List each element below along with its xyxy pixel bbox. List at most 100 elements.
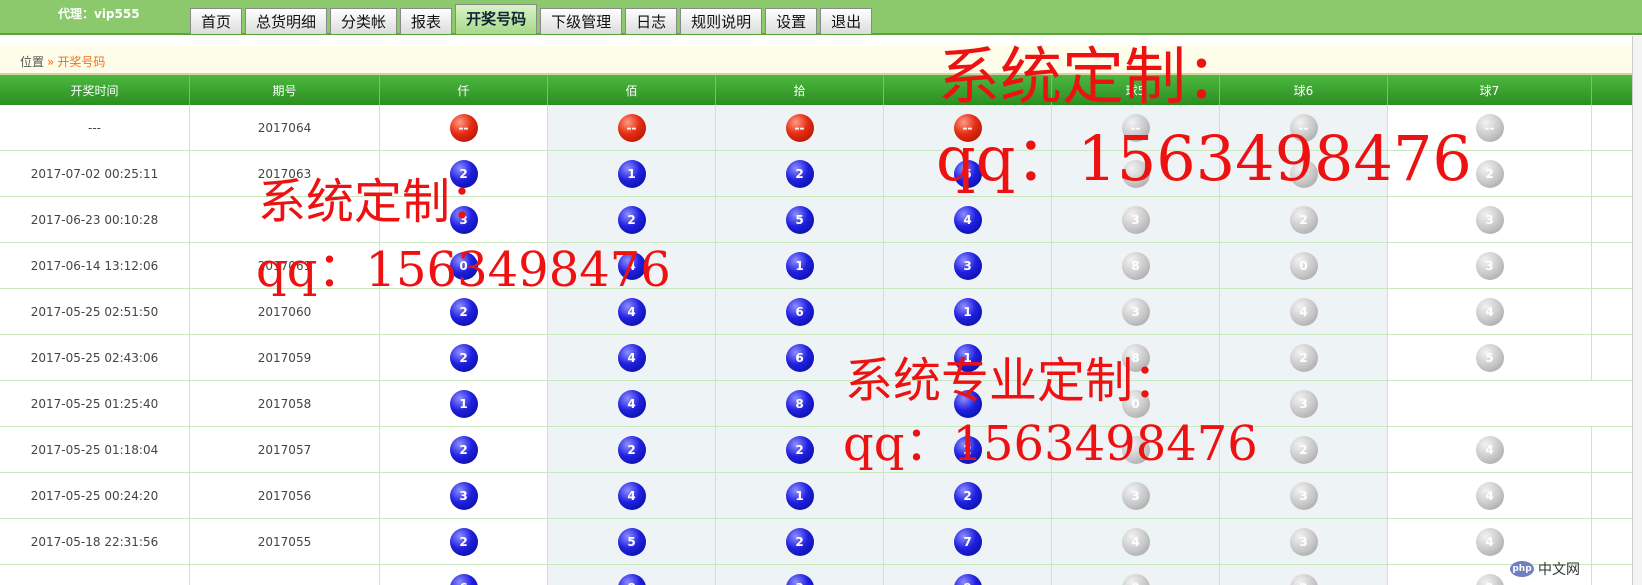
ball-cell: 3: [1388, 243, 1592, 288]
lottery-ball: 2: [1289, 435, 1318, 464]
lottery-ball: 3: [1475, 251, 1504, 280]
ball-cell: 5: [1388, 335, 1592, 380]
ball-cell: [1052, 427, 1220, 472]
lottery-ball: 4: [953, 205, 982, 234]
results-table: 开奖时间 期号仟佰拾球5 球6 球7 --- 2017064 -- -- -- -- -- -- --…: [0, 75, 1632, 585]
lottery-ball: 1: [449, 389, 478, 418]
lottery-ball: --: [617, 113, 646, 142]
lottery-ball: 2: [449, 527, 478, 556]
ball-cell: 5: [548, 519, 716, 564]
lottery-ball: 7: [953, 527, 982, 556]
ball-cell: 5: [716, 197, 884, 242]
lottery-ball: [953, 389, 982, 418]
draw-time: 2017-05-25 00:24:20: [0, 473, 190, 518]
tab-total-details[interactable]: 总货明细: [245, 8, 328, 34]
tab-settings[interactable]: 设置: [765, 8, 818, 34]
lottery-ball: 2: [617, 205, 646, 234]
lottery-ball: 2: [953, 435, 982, 464]
lottery-ball: 1: [617, 159, 646, 188]
tab-home[interactable]: 首页: [190, 8, 243, 34]
tab-rules[interactable]: 规则说明: [680, 8, 763, 34]
ball-cell: 4: [548, 473, 716, 518]
lottery-ball: 2: [449, 343, 478, 372]
table-row: 2017-05-25 01:25:40 2017058 1 4 8 0 3: [0, 381, 1632, 427]
ball-cell: 4: [1052, 519, 1220, 564]
ball-cell: 2: [884, 473, 1052, 518]
issue-number: 2017063: [190, 151, 380, 196]
lottery-ball: 1: [785, 251, 814, 280]
breadcrumb-current[interactable]: 开奖号码: [57, 55, 105, 69]
lottery-ball: 2: [1475, 573, 1504, 585]
draw-time: 2017-05-18 22:31:56: [0, 519, 190, 564]
lottery-ball: 3: [1289, 527, 1318, 556]
ball-cell: 2: [380, 335, 548, 380]
ball-cell: --: [548, 105, 716, 150]
tab-draw-results[interactable]: 开奖号码: [455, 4, 538, 34]
php-logo-icon: php: [1510, 560, 1534, 577]
ball-cell: 3: [1052, 289, 1220, 334]
lottery-ball: 1: [953, 343, 982, 372]
draw-time: [0, 565, 190, 585]
lottery-ball: [1289, 159, 1318, 188]
tab-log[interactable]: 日志: [625, 8, 678, 34]
lottery-ball: 2: [617, 435, 646, 464]
draw-time: 2017-05-25 01:25:40: [0, 381, 190, 426]
tab-logout[interactable]: 退出: [820, 8, 873, 34]
issue-number: 2017060: [190, 289, 380, 334]
vertical-scrollbar[interactable]: [1632, 36, 1642, 585]
ball-cell: 2: [548, 427, 716, 472]
table-body: --- 2017064 -- -- -- -- -- -- -- 2017-07-02 00:25…: [0, 105, 1632, 585]
ball-cell: 0: [380, 243, 548, 288]
ball-cell: --: [1388, 105, 1592, 150]
ball-cell: --: [1220, 105, 1388, 150]
lottery-ball: [1121, 435, 1150, 464]
column-header: 球7: [1388, 75, 1592, 105]
lottery-ball: 2: [785, 527, 814, 556]
column-header: 球5: [1052, 75, 1220, 105]
lottery-ball: 4: [1475, 527, 1504, 556]
ball-cell: 0: [1220, 243, 1388, 288]
tab-subordinates[interactable]: 下级管理: [540, 8, 623, 34]
column-header: [884, 75, 1052, 105]
draw-time: 2017-07-02 00:25:11: [0, 151, 190, 196]
ball-cell: 4: [1220, 289, 1388, 334]
issue-number: 2017059: [190, 335, 380, 380]
lottery-ball: [1121, 159, 1150, 188]
lottery-ball: 2: [1475, 159, 1504, 188]
lottery-ball: 9: [953, 573, 982, 585]
ball-cell: 9: [884, 565, 1052, 585]
lottery-ball: 4: [1475, 435, 1504, 464]
lottery-ball: 4: [1475, 481, 1504, 510]
table-row: 2017-05-18 22:31:56 2017055 2 5 2 7 4 3 4: [0, 519, 1632, 565]
lottery-ball: --: [449, 113, 478, 142]
ball-cell: 2: [380, 289, 548, 334]
ball-cell: 6: [716, 335, 884, 380]
ball-cell: 4: [548, 381, 716, 426]
ball-cell: 3: [380, 197, 548, 242]
ball-cell: 2: [1220, 197, 1388, 242]
lottery-ball: 6: [785, 297, 814, 326]
ball-cell: 7: [884, 519, 1052, 564]
ball-cell: 8: [548, 565, 716, 585]
lottery-ball: 4: [617, 297, 646, 326]
lottery-ball: 2: [1289, 343, 1318, 372]
lottery-ball: 4: [1475, 297, 1504, 326]
issue-number: 2017064: [190, 105, 380, 150]
draw-time: 2017-05-25 02:51:50: [0, 289, 190, 334]
lottery-ball: 8: [1121, 343, 1150, 372]
ball-cell: 8: [1052, 243, 1220, 288]
tab-reports[interactable]: 报表: [400, 8, 453, 34]
lottery-ball: 4: [617, 251, 646, 280]
lottery-ball: 3: [785, 573, 814, 585]
agent-label: 代理：vip555: [58, 7, 140, 21]
column-header: 期号: [190, 75, 380, 105]
ball-cell: 6: [716, 289, 884, 334]
table-row: 2017-05-25 02:43:06 2017059 2 4 6 1 8 2 5: [0, 335, 1632, 381]
lottery-ball: 1: [953, 297, 982, 326]
tab-ledger[interactable]: 分类帐: [330, 8, 398, 34]
lottery-ball: 5: [1475, 343, 1504, 372]
column-header: 拾: [716, 75, 884, 105]
ball-cell: [1052, 151, 1220, 196]
breadcrumb-label: 位置: [20, 55, 45, 69]
lottery-ball: --: [1475, 113, 1504, 142]
